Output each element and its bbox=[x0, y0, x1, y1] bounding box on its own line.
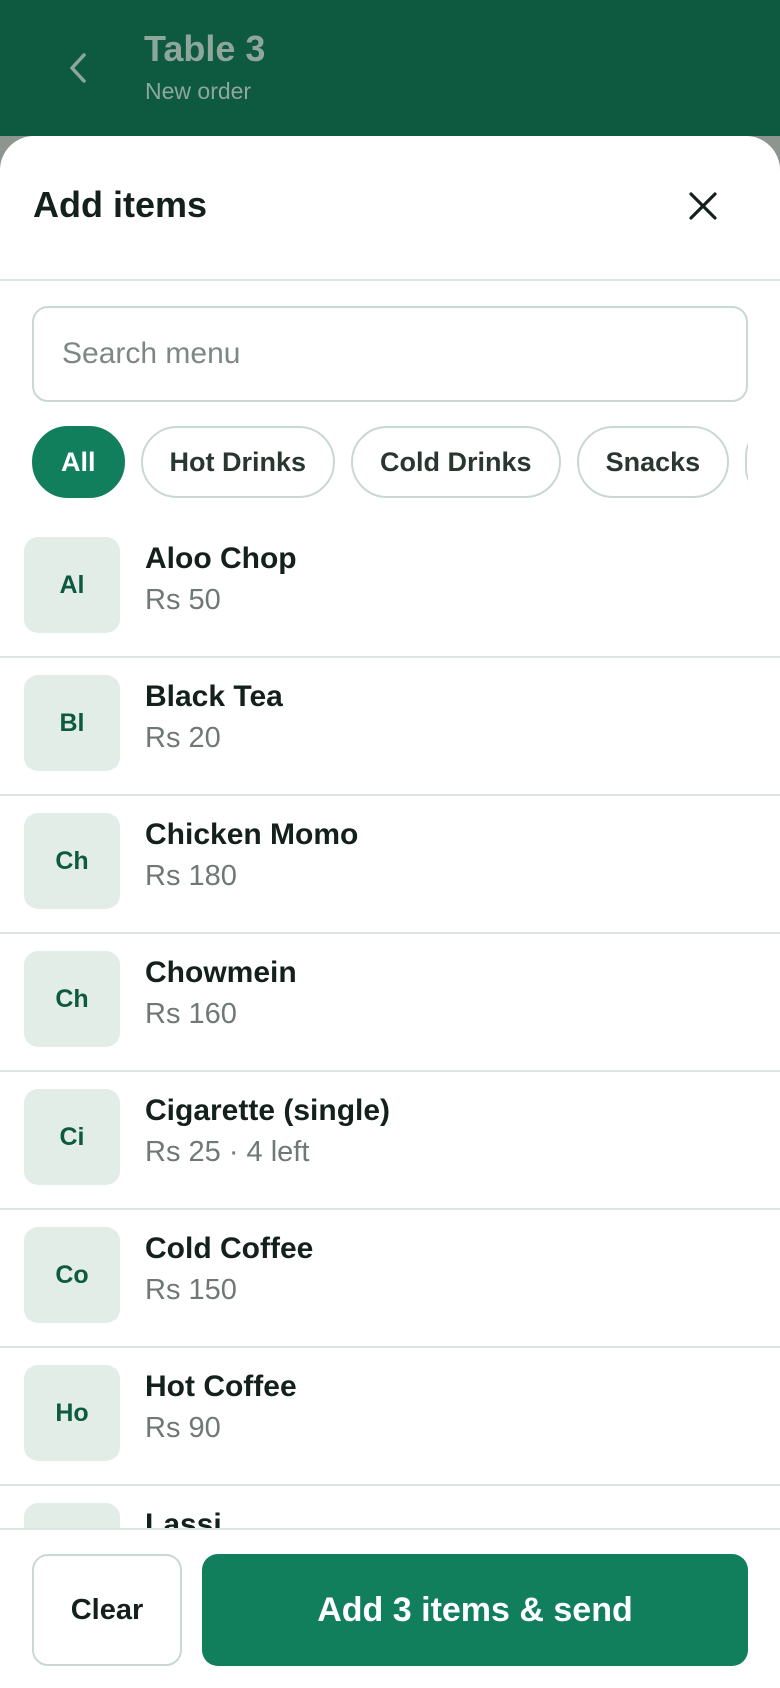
menu-item-chicken-momo[interactable]: Ch Chicken Momo Rs 180 bbox=[0, 796, 780, 934]
menu-item-cold-coffee[interactable]: Co Cold Coffee Rs 150 bbox=[0, 1210, 780, 1348]
item-avatar: Ho bbox=[24, 1365, 120, 1461]
sheet-header: Add items bbox=[0, 136, 780, 281]
menu-item-black-tea[interactable]: Bl Black Tea Rs 20 bbox=[0, 658, 780, 796]
item-price: Rs 180 bbox=[145, 860, 237, 892]
add-items-sheet: Add items All Hot Drinks Cold Drinks Sna… bbox=[0, 136, 780, 1688]
sheet-footer: Clear Add 3 items & send bbox=[0, 1528, 780, 1688]
clear-button[interactable]: Clear bbox=[32, 1554, 182, 1666]
item-name: Cigarette (single) bbox=[145, 1094, 391, 1127]
close-button[interactable] bbox=[683, 186, 723, 226]
category-filter: All Hot Drinks Cold Drinks Snacks bbox=[32, 426, 748, 500]
item-name: Chowmein bbox=[145, 956, 297, 989]
chip-all[interactable]: All bbox=[32, 426, 125, 498]
item-price: Rs 160 bbox=[145, 998, 237, 1030]
item-name: Hot Coffee bbox=[145, 1370, 297, 1403]
page-subtitle: New order bbox=[145, 78, 252, 104]
page-title: Table 3 bbox=[144, 28, 266, 69]
menu-item-cigarette[interactable]: Ci Cigarette (single) Rs 25 · 4 left bbox=[0, 1072, 780, 1210]
menu-item-aloo-chop[interactable]: Al Aloo Chop Rs 50 bbox=[0, 520, 780, 658]
chip-more[interactable] bbox=[745, 426, 748, 498]
chip-snacks[interactable]: Snacks bbox=[576, 426, 730, 498]
item-name: Cold Coffee bbox=[145, 1232, 314, 1265]
item-avatar: Ci bbox=[24, 1089, 120, 1185]
item-name: Aloo Chop bbox=[145, 542, 297, 575]
item-name: Chicken Momo bbox=[145, 818, 359, 851]
menu-item-list: Al Aloo Chop Rs 50 Bl Black Tea Rs 20 Ch… bbox=[0, 520, 780, 1528]
item-avatar: Ch bbox=[24, 951, 120, 1047]
close-icon bbox=[689, 192, 717, 220]
chevron-left-icon bbox=[70, 53, 86, 83]
sheet-title: Add items bbox=[33, 184, 208, 225]
item-name: Lassi bbox=[145, 1508, 222, 1528]
menu-item-chowmein[interactable]: Ch Chowmein Rs 160 bbox=[0, 934, 780, 1072]
item-price: Rs 20 bbox=[145, 722, 221, 754]
item-avatar: Bl bbox=[24, 675, 120, 771]
add-and-send-button[interactable]: Add 3 items & send bbox=[202, 1554, 748, 1666]
back-button[interactable] bbox=[58, 48, 98, 88]
item-avatar: Al bbox=[24, 537, 120, 633]
chip-hot-drinks[interactable]: Hot Drinks bbox=[140, 426, 336, 498]
item-avatar: Ch bbox=[24, 813, 120, 909]
item-price: Rs 150 bbox=[145, 1274, 237, 1306]
item-avatar bbox=[24, 1503, 120, 1528]
menu-item-hot-coffee[interactable]: Ho Hot Coffee Rs 90 bbox=[0, 1348, 780, 1486]
app-header: Table 3 New order bbox=[0, 0, 780, 150]
item-price: Rs 90 bbox=[145, 1412, 221, 1444]
item-price: Rs 25 · 4 left bbox=[145, 1136, 310, 1168]
search-field[interactable] bbox=[32, 306, 748, 402]
item-name: Black Tea bbox=[145, 680, 283, 713]
item-avatar: Co bbox=[24, 1227, 120, 1323]
chip-cold-drinks[interactable]: Cold Drinks bbox=[351, 426, 561, 498]
search-input[interactable] bbox=[62, 337, 718, 371]
item-price: Rs 50 bbox=[145, 584, 221, 616]
menu-item-lassi[interactable]: Lassi bbox=[0, 1486, 780, 1528]
